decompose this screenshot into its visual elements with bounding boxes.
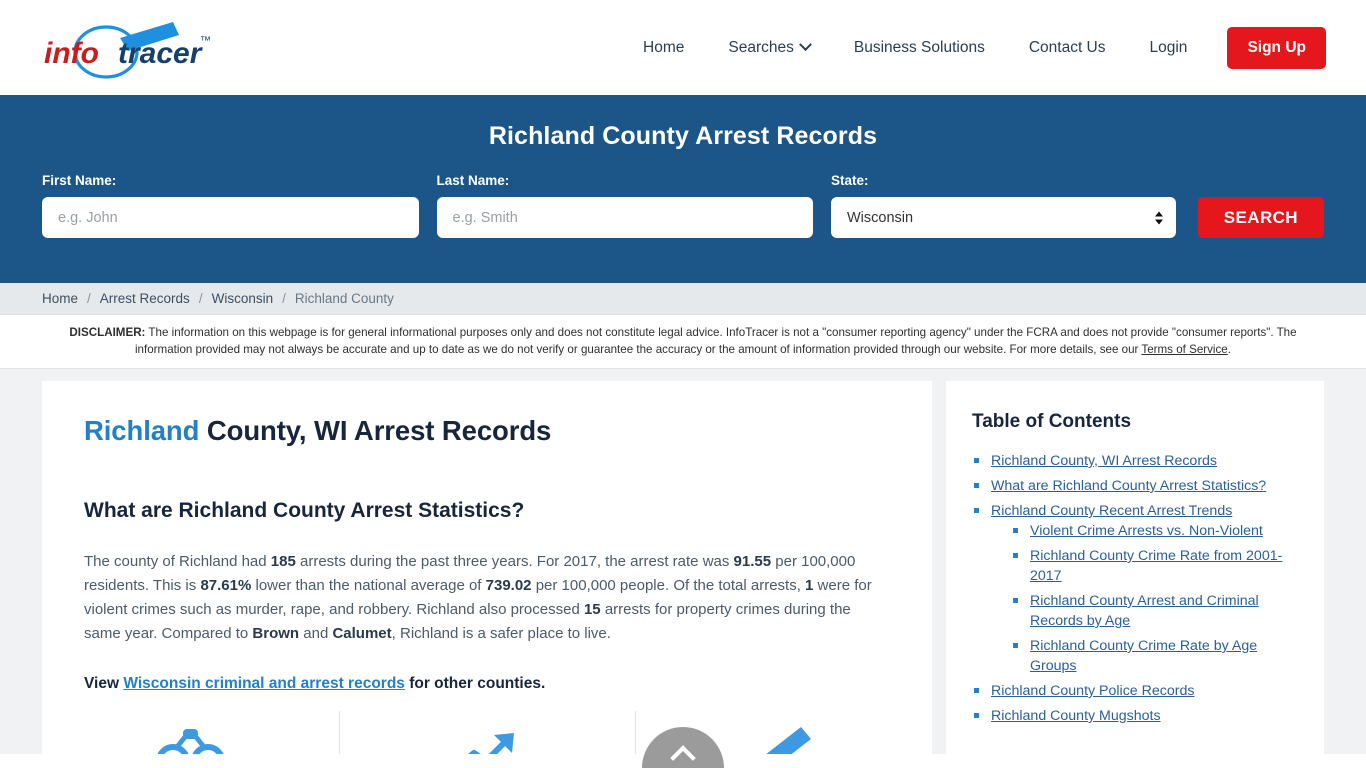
nav-home[interactable]: Home [621, 39, 706, 57]
feature-col-arrest-records [42, 711, 339, 754]
terms-of-service-link[interactable]: Terms of Service [1141, 343, 1227, 356]
breadcrumb-item-arrest-records[interactable]: Arrest Records [100, 291, 190, 306]
toc-subitem: Richland County Crime Rate by Age Groups [1011, 636, 1298, 676]
breadcrumb-item-richland-county: Richland County [294, 291, 394, 306]
toc-link-arrest-statistics[interactable]: What are Richland County Arrest Statisti… [991, 478, 1266, 494]
breadcrumb-separator: / [198, 291, 203, 306]
toc-link-crime-rate-2001-2017[interactable]: Richland County Crime Rate from 2001-201… [1030, 548, 1282, 584]
disclaimer-label: DISCLAIMER: [69, 326, 146, 339]
toc-title: Table of Contents [972, 411, 1132, 432]
nav-searches-label: Searches [728, 38, 794, 56]
breadcrumb-item-wisconsin[interactable]: Wisconsin [212, 291, 274, 306]
pen-icon [765, 727, 811, 754]
nav-contact-us[interactable]: Contact Us [1007, 39, 1128, 57]
state-label: State: [831, 173, 869, 188]
nav-business-solutions-label: Business Solutions [853, 38, 985, 56]
table-of-contents: Table of Contents Richland County, WI Ar… [946, 381, 1324, 754]
toc-link-mugshots[interactable]: Richland County Mugshots [991, 708, 1161, 724]
statistics-paragraph: The county of Richland had 185 arrests d… [84, 550, 890, 646]
svg-text:™: ™ [200, 35, 211, 47]
para-seg: and [299, 625, 333, 642]
nav-home-label: Home [643, 38, 685, 56]
stat-arrests-total: 185 [270, 553, 296, 570]
main-navigation: Home Searches Business Solutions Contact… [621, 26, 1326, 69]
nav-login-label: Login [1149, 38, 1188, 56]
toc-item: Richland County Recent Arrest Trends Vio… [972, 501, 1298, 676]
view-other-counties-line: View Wisconsin criminal and arrest recor… [84, 675, 890, 693]
nav-contact-us-label: Contact Us [1028, 38, 1106, 56]
toc-item: Richland County Police Records [972, 681, 1298, 701]
para-seg: The county of Richland had [84, 553, 271, 570]
sign-up-button[interactable]: Sign Up [1227, 26, 1326, 69]
search-banner: Richland County Arrest Records First Nam… [0, 95, 1366, 283]
first-name-group: First Name: [42, 173, 419, 238]
toc-link-arrest-records[interactable]: Richland County, WI Arrest Records [991, 453, 1217, 469]
nav-searches[interactable]: Searches [706, 38, 831, 57]
toc-link-crime-rate-by-age-groups[interactable]: Richland County Crime Rate by Age Groups [1030, 638, 1257, 674]
view-prefix: View [84, 675, 124, 692]
toc-link-recent-arrest-trends[interactable]: Richland County Recent Arrest Trends [991, 503, 1232, 519]
toc-list: Richland County, WI Arrest Records What … [972, 451, 1298, 726]
toc-subitem: Richland County Crime Rate from 2001-201… [1011, 546, 1298, 586]
nav-login[interactable]: Login [1128, 39, 1210, 57]
breadcrumb-separator: / [87, 291, 91, 306]
wisconsin-records-link[interactable]: Wisconsin criminal and arrest records [123, 675, 405, 692]
toc-item: Richland County, WI Arrest Records [972, 451, 1298, 471]
banner-title: Richland County Arrest Records [488, 122, 878, 150]
toc-link-police-records[interactable]: Richland County Police Records [991, 683, 1194, 699]
section-heading-statistics: What are Richland County Arrest Statisti… [84, 499, 525, 522]
toc-item: What are Richland County Arrest Statisti… [972, 476, 1298, 496]
disclaimer-period: . [1227, 343, 1231, 356]
last-name-input[interactable] [436, 197, 813, 238]
svg-text:tracer: tracer [118, 37, 204, 70]
para-seg: arrests during the past three years. For… [295, 553, 734, 570]
page-title-accent: Richland [84, 415, 200, 446]
para-seg: per 100,000 people. Of the total arrests… [531, 577, 806, 594]
first-name-label: First Name: [42, 173, 117, 188]
people-search-form: First Name: Last Name: State: Wisconsin … [42, 173, 1324, 238]
feature-icon-strip [42, 711, 932, 754]
breadcrumb: Home / Arrest Records / Wisconsin / Rich… [0, 283, 1366, 315]
chevron-up-icon [670, 745, 696, 768]
disclaimer: DISCLAIMER: The information on this webp… [0, 315, 1366, 369]
para-seg: lower than the national average of [251, 577, 486, 594]
para-seg: , Richland is a safer place to live. [391, 625, 611, 642]
handcuffs-icon [157, 729, 224, 754]
breadcrumb-separator: / [282, 291, 286, 306]
page-title-rest: County, WI Arrest Records [199, 415, 552, 446]
stat-property-count: 15 [583, 601, 601, 618]
feature-col-arrest-trends [338, 711, 636, 754]
toc-sublist: Violent Crime Arrests vs. Non-Violent Ri… [1011, 521, 1298, 676]
main-article: Richland County, WI Arrest Records What … [42, 381, 932, 754]
last-name-group: Last Name: [436, 173, 813, 238]
growth-arrow-icon [467, 733, 514, 754]
first-name-input[interactable] [42, 197, 419, 238]
last-name-label: Last Name: [436, 173, 510, 188]
stat-percent-lower: 87.61% [200, 577, 252, 594]
infotracer-logo[interactable]: info tracer ™ [42, 15, 227, 81]
site-header: info tracer ™ Home Searches Business Sol… [0, 0, 1366, 95]
content-area: Richland County, WI Arrest Records What … [0, 369, 1366, 754]
state-select[interactable]: Wisconsin [831, 197, 1176, 238]
toc-subitem: Richland County Arrest and Criminal Reco… [1011, 591, 1298, 631]
page-title: Richland County, WI Arrest Records [84, 415, 890, 447]
compare-county-brown: Brown [252, 625, 300, 642]
stat-national-average: 739.02 [485, 577, 532, 594]
chevron-down-icon [798, 38, 812, 52]
stat-arrest-rate: 91.55 [733, 553, 772, 570]
toc-link-records-by-age[interactable]: Richland County Arrest and Criminal Reco… [1030, 593, 1259, 629]
nav-business-solutions[interactable]: Business Solutions [832, 39, 1007, 57]
view-suffix: for other counties. [404, 675, 546, 692]
svg-text:info: info [44, 37, 99, 70]
disclaimer-text: The information on this webpage is for g… [134, 326, 1297, 356]
state-group: State: Wisconsin [831, 173, 1176, 238]
toc-link-violent-vs-nonviolent[interactable]: Violent Crime Arrests vs. Non-Violent [1030, 523, 1263, 539]
toc-item: Richland County Mugshots [972, 706, 1298, 726]
breadcrumb-item-home[interactable]: Home [42, 291, 78, 306]
search-button[interactable]: SEARCH [1197, 197, 1324, 238]
compare-county-calumet: Calumet [332, 625, 392, 642]
toc-subitem: Violent Crime Arrests vs. Non-Violent [1011, 521, 1298, 541]
